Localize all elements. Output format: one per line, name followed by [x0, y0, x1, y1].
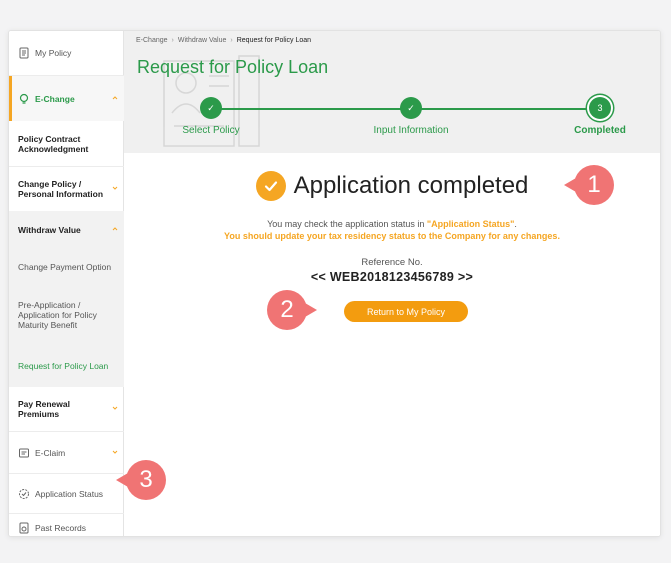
- callout-1: 1: [564, 165, 614, 205]
- sidebar-item-change-payment[interactable]: Change Payment Option: [9, 249, 124, 285]
- sidebar-item-request-loan[interactable]: Request for Policy Loan: [9, 345, 124, 387]
- chevron-right-icon: ›: [171, 37, 174, 44]
- sidebar-item-label: Pay Renewal Premiums: [18, 399, 70, 419]
- sidebar-item-withdraw-value[interactable]: Withdraw Value: [9, 211, 124, 249]
- step-label-completed: Completed: [574, 125, 626, 136]
- sidebar-item-pay-renewal[interactable]: Pay Renewal Premiums: [9, 387, 124, 432]
- reference-number: << WEB2018123456789 >>: [310, 270, 474, 284]
- callout-pointer: [305, 303, 317, 317]
- sidebar-item-policy-contract[interactable]: Policy Contract Acknowledgment: [9, 121, 124, 166]
- document-icon: [18, 47, 30, 59]
- sidebar-item-application-status[interactable]: Application Status: [9, 474, 124, 514]
- sidebar-item-change-policy[interactable]: Change Policy / Personal Information: [9, 166, 124, 211]
- status-message-end: .: [514, 219, 517, 229]
- sidebar-item-label: Withdraw Value: [18, 225, 81, 235]
- app-window: My Policy E-Change Policy Contract Ackno…: [8, 30, 661, 537]
- status-message-text: You may check the application status in: [267, 219, 427, 229]
- sidebar-item-label: Change Policy / Personal Information: [18, 179, 104, 199]
- callout-3: 3: [116, 460, 166, 500]
- sidebar-item-e-claim[interactable]: E-Claim: [9, 432, 124, 474]
- main-content: E-Change › Withdraw Value › Request for Poli…: [124, 31, 660, 536]
- sidebar-item-label: E-Claim: [35, 447, 66, 458]
- tax-warning-message: You should update your tax residency sta…: [224, 231, 560, 241]
- page-header: E-Change › Withdraw Value › Request for Poli…: [124, 31, 660, 153]
- breadcrumb: E-Change › Withdraw Value › Request for Poli…: [136, 37, 311, 44]
- sidebar-item-label: Application Status: [35, 488, 104, 499]
- sidebar-item-pre-application[interactable]: Pre-Application / Application for Policy…: [9, 285, 124, 345]
- step-label-input-information: Input Information: [373, 125, 449, 136]
- sidebar-item-label: Request for Policy Loan: [18, 361, 109, 371]
- breadcrumb-current: Request for Policy Loan: [236, 37, 312, 44]
- callout-number: 2: [267, 290, 307, 330]
- step-1-check: ✓: [200, 97, 222, 119]
- result-panel: Application completed You may check the …: [124, 153, 660, 536]
- completion-title: Application completed: [293, 172, 529, 199]
- callout-number: 3: [126, 460, 166, 500]
- page-title: Request for Policy Loan: [137, 57, 329, 77]
- step-2-check: ✓: [400, 97, 422, 119]
- records-icon: [18, 522, 30, 534]
- step-3-current: 3: [589, 97, 611, 119]
- sidebar-item-my-policy[interactable]: My Policy: [9, 31, 124, 76]
- reference-label: Reference No.: [361, 257, 423, 268]
- sidebar-item-label: Policy Contract Acknowledgment: [18, 133, 89, 154]
- chevron-right-icon: ›: [230, 37, 233, 44]
- sidebar-item-e-change[interactable]: E-Change: [9, 76, 124, 121]
- application-status-link[interactable]: "Application Status": [427, 219, 515, 229]
- sidebar-item-label: Change Payment Option: [18, 262, 112, 272]
- return-to-my-policy-button[interactable]: Return to My Policy: [344, 301, 468, 322]
- check-circle-icon: [255, 171, 286, 201]
- breadcrumb-item[interactable]: E-Change: [136, 37, 168, 44]
- sidebar-item-label: E-Change: [35, 93, 75, 104]
- sidebar-item-label: My Policy: [35, 48, 72, 58]
- sidebar-item-label: Pre-Application / Application for Policy…: [18, 300, 97, 330]
- sidebar-item-label: Past Records: [35, 523, 87, 533]
- step-label-select-policy: Select Policy: [182, 125, 240, 136]
- callout-2: 2: [267, 290, 317, 330]
- claim-icon: [18, 447, 30, 459]
- chevron-down-icon: [112, 449, 118, 455]
- status-clock-icon: [18, 488, 30, 500]
- sidebar-item-past-records[interactable]: Past Records: [9, 514, 124, 536]
- chevron-down-icon: [112, 405, 118, 411]
- callout-number: 1: [574, 165, 614, 205]
- breadcrumb-item[interactable]: Withdraw Value: [178, 37, 227, 44]
- sidebar: My Policy E-Change Policy Contract Ackno…: [9, 31, 124, 536]
- status-message: You may check the application status in …: [124, 219, 660, 229]
- lightbulb-icon: [18, 93, 30, 105]
- chevron-down-icon: [112, 185, 118, 191]
- chevron-up-icon: [112, 226, 118, 232]
- chevron-up-icon: [112, 95, 118, 101]
